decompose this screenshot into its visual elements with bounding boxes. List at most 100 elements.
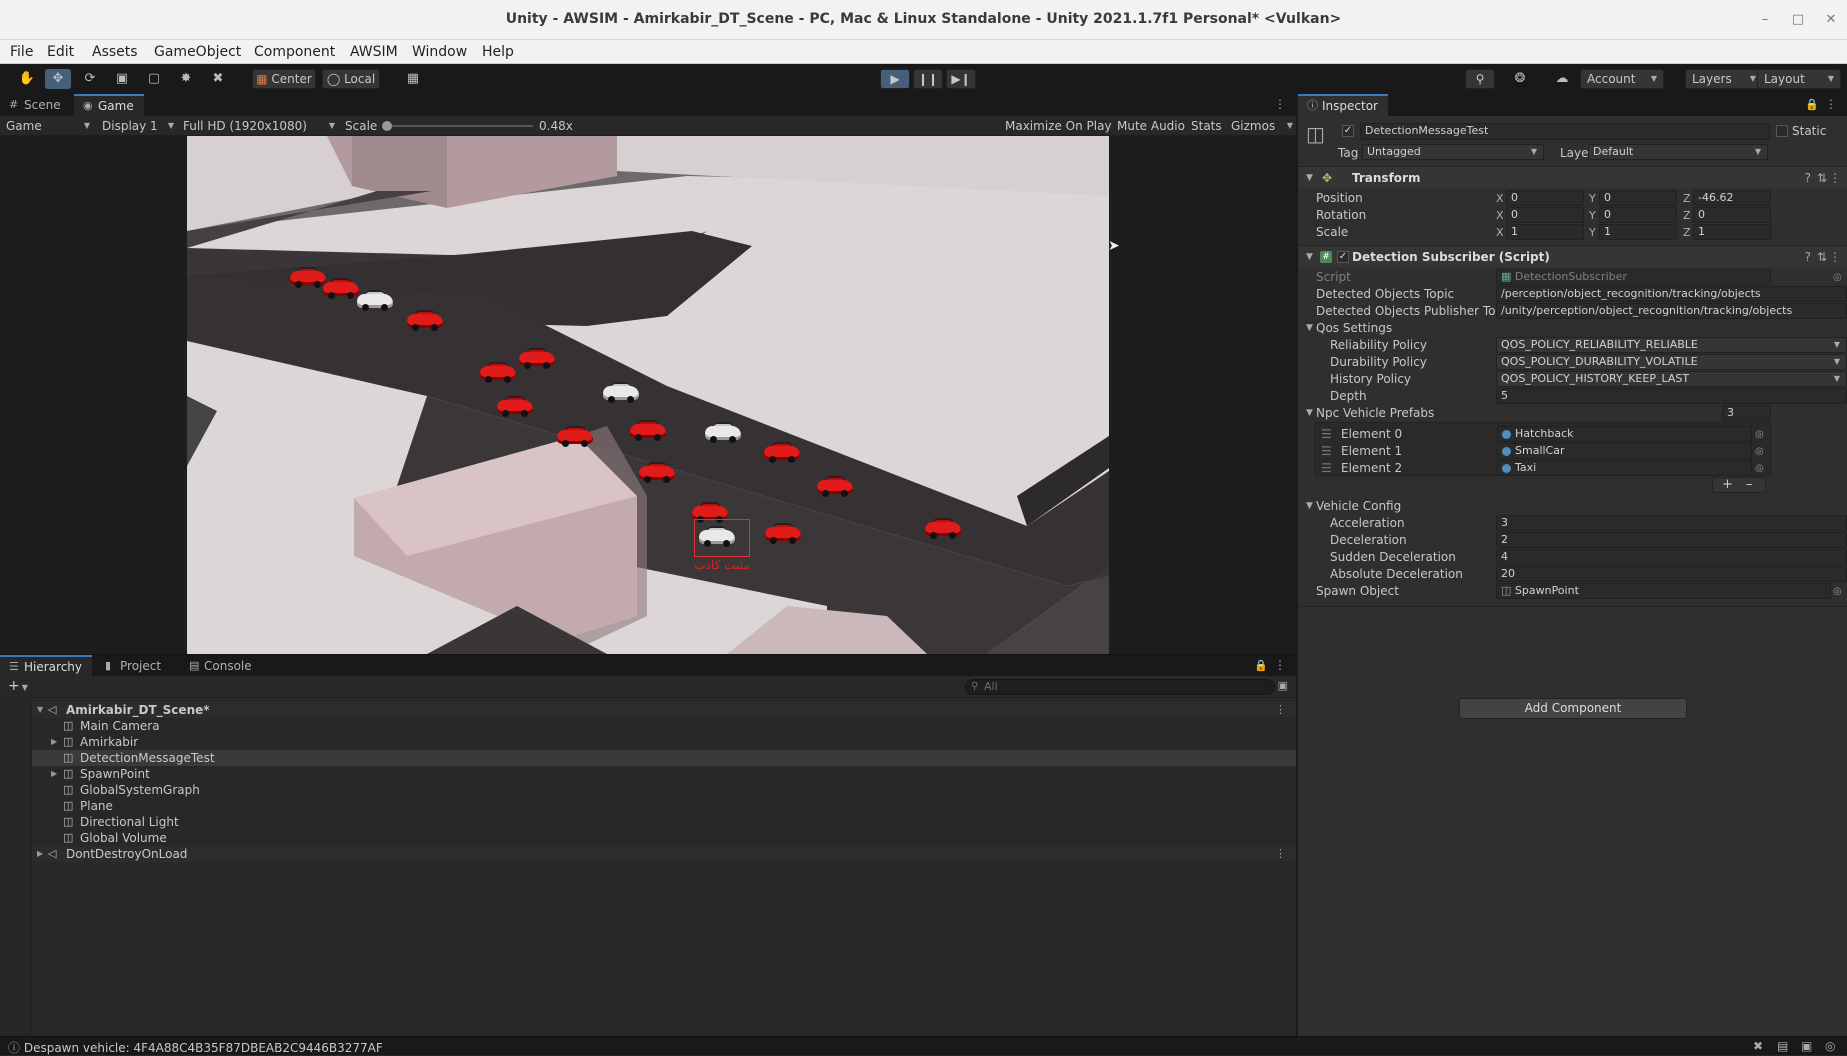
position-z-field[interactable]: -46.62: [1693, 190, 1771, 206]
object-picker-icon[interactable]: ◎: [1755, 426, 1764, 443]
progress-icon[interactable]: ▣: [1801, 1039, 1812, 1053]
scene-root-row[interactable]: ▼ ◁ Amirkabir_DT_Scene* ⋮: [0, 702, 1296, 718]
cloud-icon[interactable]: ☁: [1549, 69, 1575, 89]
move-tool-icon[interactable]: ✥: [45, 69, 71, 89]
gizmos-dropdown[interactable]: Gizmos ▼: [1231, 118, 1293, 134]
scale-z-field[interactable]: 1: [1693, 224, 1771, 240]
pause-button[interactable]: ❙❙: [913, 69, 943, 89]
display-dropdown[interactable]: Display 1 ▼: [102, 118, 174, 134]
game-viewport[interactable]: مثبت کاذب ➤: [0, 136, 1296, 654]
resolution-dropdown[interactable]: Full HD (1920x1080) ▼: [183, 118, 335, 134]
add-component-button[interactable]: Add Component: [1459, 698, 1687, 719]
fold-arrow-icon[interactable]: ▼: [1306, 246, 1313, 268]
scale-x-field[interactable]: 1: [1506, 224, 1584, 240]
rect-tool-icon[interactable]: ▢: [141, 69, 167, 89]
object-picker-icon[interactable]: ◎: [1755, 443, 1764, 460]
history-dropdown[interactable]: QOS_POLICY_HISTORY_KEEP_LAST ▼: [1496, 371, 1847, 387]
scale-slider-track[interactable]: [385, 125, 533, 127]
more-options-icon[interactable]: ⋮: [1275, 702, 1286, 718]
more-options-icon[interactable]: ⋮: [1829, 167, 1841, 189]
tab-scene[interactable]: # Scene: [0, 94, 71, 116]
menu-assets[interactable]: Assets: [92, 44, 138, 60]
object-picker-icon[interactable]: ◎: [1755, 460, 1764, 477]
play-button[interactable]: ▶: [880, 69, 910, 89]
depth-field[interactable]: 5: [1496, 388, 1847, 404]
qos-settings-row[interactable]: ▼ Qos Settings: [1298, 320, 1847, 337]
spawn-object-field[interactable]: ◫ SpawnPoint: [1496, 583, 1831, 599]
rotation-y-field[interactable]: 0: [1599, 207, 1677, 223]
expand-arrow-icon[interactable]: ▶: [51, 766, 57, 782]
position-y-field[interactable]: 0: [1599, 190, 1677, 206]
close-icon[interactable]: ✕: [1822, 11, 1840, 29]
reliability-dropdown[interactable]: QOS_POLICY_RELIABILITY_RELIABLE ▼: [1496, 337, 1847, 353]
object-picker-icon[interactable]: ◎: [1833, 269, 1842, 286]
more-options-icon[interactable]: ⋮: [1274, 97, 1286, 111]
tab-hierarchy[interactable]: ☰ Hierarchy: [0, 655, 93, 677]
transform-tool-icon[interactable]: ✸: [173, 69, 199, 89]
menu-file[interactable]: File: [10, 44, 33, 60]
pivot-local-button[interactable]: ◯ Local: [322, 69, 380, 89]
lock-icon[interactable]: 🔒: [1805, 98, 1819, 111]
active-checkbox[interactable]: ✓: [1342, 125, 1354, 137]
menu-edit[interactable]: Edit: [47, 44, 74, 60]
debug-icon[interactable]: ✖: [1753, 1039, 1763, 1053]
expand-arrow-icon[interactable]: ▶: [37, 846, 43, 862]
step-button[interactable]: ▶❙: [946, 69, 976, 89]
position-x-field[interactable]: 0: [1506, 190, 1584, 206]
absolute-deceleration-field[interactable]: 20: [1496, 566, 1847, 582]
tab-console[interactable]: ▤ Console: [180, 655, 262, 677]
drag-handle-icon[interactable]: ☰: [1321, 460, 1332, 477]
dont-destroy-row[interactable]: ▶ ◁ DontDestroyOnLoad ⋮: [0, 846, 1296, 862]
add-element-button[interactable]: +: [1722, 478, 1733, 492]
sudden-deceleration-field[interactable]: 4: [1496, 549, 1847, 565]
element-object-field[interactable]: Taxi: [1497, 460, 1752, 476]
fold-arrow-icon[interactable]: ▼: [1306, 498, 1313, 515]
acceleration-field[interactable]: 3: [1496, 515, 1847, 531]
fold-arrow-icon[interactable]: ▼: [1306, 167, 1313, 189]
vehicle-config-row[interactable]: ▼ Vehicle Config: [1298, 498, 1847, 515]
element-object-field[interactable]: Hatchback: [1497, 426, 1752, 442]
more-options-icon[interactable]: ⋮: [1275, 846, 1286, 862]
account-dropdown[interactable]: Account ▼: [1580, 69, 1664, 89]
static-checkbox[interactable]: [1776, 125, 1788, 137]
hierarchy-item[interactable]: ◫ GlobalSystemGraph: [0, 782, 1296, 798]
menu-component[interactable]: Component: [254, 44, 335, 60]
hand-tool-icon[interactable]: ✋: [14, 69, 40, 89]
drag-handle-icon[interactable]: ☰: [1321, 443, 1332, 460]
lock-icon[interactable]: 🔒: [1254, 659, 1268, 672]
scale-slider-handle[interactable]: [382, 121, 392, 131]
layers-dropdown[interactable]: Layers ▼: [1685, 69, 1763, 89]
rotation-z-field[interactable]: 0: [1693, 207, 1771, 223]
npc-prefabs-row[interactable]: ▼ Npc Vehicle Prefabs 3: [1298, 405, 1847, 422]
component-enabled-checkbox[interactable]: ✓: [1337, 251, 1349, 263]
hierarchy-item[interactable]: ▶ ◫ Amirkabir: [0, 734, 1296, 750]
menu-awsim[interactable]: AWSIM: [350, 44, 398, 60]
rotation-x-field[interactable]: 0: [1506, 207, 1584, 223]
topic-field[interactable]: /perception/object_recognition/tracking/…: [1496, 286, 1847, 302]
mute-audio-toggle[interactable]: Mute Audio: [1117, 118, 1185, 134]
scale-y-field[interactable]: 1: [1599, 224, 1677, 240]
layer-dropdown[interactable]: Default ▼: [1588, 144, 1768, 160]
menu-window[interactable]: Window: [412, 44, 467, 60]
stats-toggle[interactable]: Stats: [1191, 118, 1222, 134]
fold-arrow-icon[interactable]: ▼: [1306, 405, 1313, 422]
layout-dropdown[interactable]: Layout ▼: [1757, 69, 1841, 89]
game-mode-dropdown[interactable]: Game ▼: [6, 118, 90, 134]
object-picker-icon[interactable]: ◎: [1833, 583, 1842, 600]
more-options-icon[interactable]: ⋮: [1829, 246, 1841, 268]
fold-arrow-icon[interactable]: ▼: [1306, 320, 1313, 337]
help-icon[interactable]: ?: [1805, 167, 1811, 189]
search-icon[interactable]: ⚲: [1465, 69, 1495, 89]
cache-server-icon[interactable]: ▤: [1777, 1039, 1788, 1053]
rendered-scene[interactable]: مثبت کاذب: [187, 136, 1109, 654]
element-object-field[interactable]: SmallCar: [1497, 443, 1752, 459]
preset-icon[interactable]: ⇅: [1817, 246, 1827, 268]
minimize-icon[interactable]: –: [1756, 11, 1774, 29]
tag-dropdown[interactable]: Untagged ▼: [1362, 144, 1544, 160]
remove-element-button[interactable]: –: [1746, 478, 1753, 492]
pivot-center-button[interactable]: ▦ Center: [252, 69, 316, 89]
hierarchy-search-input[interactable]: ⚲ All: [965, 679, 1275, 695]
transform-header[interactable]: ▼ ✥ Transform ? ⇅ ⋮: [1298, 166, 1847, 188]
menu-help[interactable]: Help: [482, 44, 514, 60]
collab-icon[interactable]: ❂: [1507, 69, 1533, 89]
